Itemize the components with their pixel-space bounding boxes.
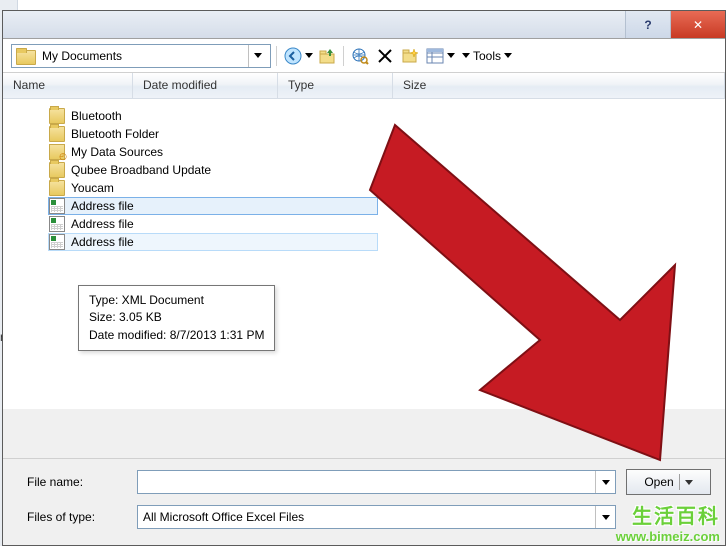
watermark-text: 生活百科 <box>616 500 720 529</box>
up-one-level-button[interactable] <box>316 45 338 67</box>
new-folder-button[interactable] <box>399 45 421 67</box>
tooltip-type: Type: XML Document <box>89 292 264 309</box>
data-sources-icon <box>49 144 65 160</box>
folder-icon <box>49 162 65 178</box>
file-name: Address file <box>71 235 134 249</box>
views-dropdown[interactable] <box>447 53 455 58</box>
open-button[interactable]: Open <box>626 469 711 495</box>
file-name: Address file <box>71 217 134 231</box>
toolbar: My Documents Tools <box>3 39 725 73</box>
help-button[interactable]: ? <box>625 11 670 38</box>
filetype-input[interactable] <box>138 506 595 528</box>
help-icon: ? <box>644 18 651 32</box>
filename-combo[interactable] <box>137 470 616 494</box>
file-name: Qubee Broadband Update <box>71 163 211 177</box>
delete-button[interactable] <box>374 45 396 67</box>
chevron-down-icon <box>685 480 693 485</box>
back-arrow-icon <box>284 47 302 65</box>
back-history-dropdown[interactable] <box>305 53 313 58</box>
filename-label: File name: <box>27 475 127 489</box>
column-header-date[interactable]: Date modified <box>133 73 278 98</box>
file-name: Address file <box>71 199 134 213</box>
excel-file-icon <box>49 216 65 232</box>
column-header-name[interactable]: Name <box>3 73 133 98</box>
filename-row: File name: Open <box>27 469 711 495</box>
back-button[interactable] <box>282 45 304 67</box>
open-label: Open <box>644 475 673 489</box>
up-folder-icon <box>318 47 336 65</box>
location-dropdown-button[interactable] <box>248 45 266 67</box>
search-web-button[interactable] <box>349 45 371 67</box>
filename-input[interactable] <box>138 471 595 493</box>
chevron-down-icon <box>602 480 610 485</box>
open-dialog-window: ? ✕ My Documents To <box>2 10 726 546</box>
delete-x-icon <box>377 48 393 64</box>
views-button[interactable] <box>424 45 446 67</box>
close-icon: ✕ <box>693 18 703 32</box>
list-item[interactable]: Address file <box>48 197 378 215</box>
folder-icon <box>49 126 65 142</box>
location-combo[interactable]: My Documents <box>11 44 271 68</box>
list-item[interactable]: Youcam <box>48 179 725 197</box>
new-folder-icon <box>401 47 419 65</box>
folder-icon <box>16 47 36 65</box>
file-name: Youcam <box>71 181 114 195</box>
excel-file-icon <box>49 234 65 250</box>
list-item[interactable]: Bluetooth <box>48 107 725 125</box>
tooltip-date: Date modified: 8/7/2013 1:31 PM <box>89 327 264 344</box>
column-headers: Name Date modified Type Size <box>3 73 725 99</box>
tooltip-size: Size: 3.05 KB <box>89 309 264 326</box>
close-button[interactable]: ✕ <box>670 11 725 38</box>
titlebar: ? ✕ <box>3 11 725 39</box>
folder-icon <box>49 108 65 124</box>
search-globe-icon <box>351 47 369 65</box>
list-item[interactable]: My Data Sources <box>48 143 725 161</box>
tools-menu-button[interactable]: Tools <box>458 49 516 63</box>
watermark: 生活百科 www.bimeiz.com <box>616 500 720 544</box>
views-icon <box>426 48 444 64</box>
list-item[interactable]: Address file <box>48 233 378 251</box>
file-name: Bluetooth <box>71 109 122 123</box>
file-tooltip: Type: XML Document Size: 3.05 KB Date mo… <box>78 285 275 351</box>
separator <box>276 46 277 66</box>
list-item[interactable]: Address file <box>48 215 725 233</box>
file-list[interactable]: Bluetooth Bluetooth Folder My Data Sourc… <box>3 99 725 409</box>
chevron-down-icon <box>462 53 470 58</box>
chevron-down-icon <box>504 53 512 58</box>
separator <box>679 474 680 490</box>
list-item[interactable]: Bluetooth Folder <box>48 125 725 143</box>
file-name: My Data Sources <box>71 145 163 159</box>
list-item[interactable]: Qubee Broadband Update <box>48 161 725 179</box>
filetype-label: Files of type: <box>27 510 127 524</box>
watermark-url: www.bimeiz.com <box>616 529 720 544</box>
file-name: Bluetooth Folder <box>71 127 159 141</box>
excel-file-icon <box>49 198 65 214</box>
folder-icon <box>49 180 65 196</box>
filetype-dropdown-button[interactable] <box>595 506 615 528</box>
filetype-combo[interactable] <box>137 505 616 529</box>
column-header-type[interactable]: Type <box>278 73 393 98</box>
tools-label: Tools <box>473 49 501 63</box>
chevron-down-icon <box>254 53 262 58</box>
filename-dropdown-button[interactable] <box>595 471 615 493</box>
chevron-down-icon <box>602 515 610 520</box>
location-text: My Documents <box>42 49 242 63</box>
separator <box>343 46 344 66</box>
filetype-row: Files of type: <box>27 505 711 529</box>
column-header-size[interactable]: Size <box>393 73 725 98</box>
